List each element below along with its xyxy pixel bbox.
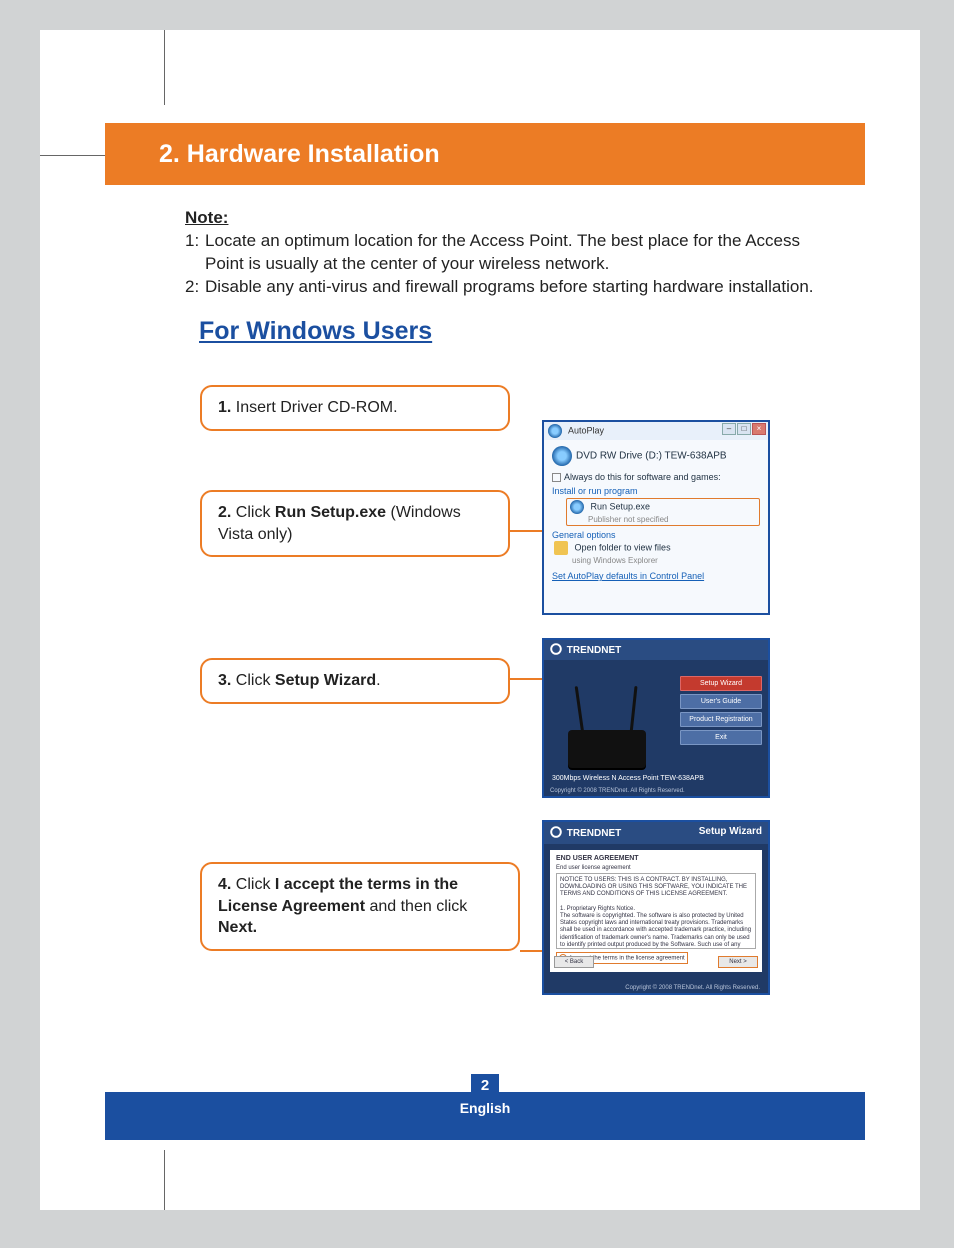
dialog-title: Setup Wizard <box>699 826 762 840</box>
brand-bar: TRENDNET <box>544 640 768 660</box>
router-body <box>568 730 646 768</box>
open-folder-option[interactable]: Open folder to view files using Windows … <box>554 541 760 565</box>
maximize-icon[interactable]: □ <box>737 423 751 435</box>
crop-mark <box>164 1150 165 1210</box>
note-item: 1: Locate an optimum location for the Ac… <box>185 230 825 276</box>
disc-icon <box>548 424 562 438</box>
router-image <box>554 686 674 786</box>
users-guide-button[interactable]: User's Guide <box>680 694 762 709</box>
window-titlebar: AutoPlay – □ × <box>544 422 768 440</box>
crop-mark <box>40 155 105 156</box>
crop-mark <box>164 30 165 105</box>
license-text-box[interactable]: NOTICE TO USERS: THIS IS A CONTRACT. BY … <box>556 873 756 949</box>
footer-bar: 2 English <box>105 1092 865 1140</box>
installer-menu: Setup Wizard User's Guide Product Regist… <box>680 676 762 748</box>
license-heading: END USER AGREEMENT <box>556 855 756 862</box>
license-subhead: End user license agreement <box>556 865 756 871</box>
license-dialog-screenshot: TRENDNET Setup Wizard END USER AGREEMENT… <box>542 820 770 995</box>
section-header: Install or run program <box>552 486 760 496</box>
run-setup-option[interactable]: Run Setup.exe Publisher not specified <box>566 498 760 526</box>
license-body: NOTICE TO USERS: THIS IS A CONTRACT. BY … <box>560 877 753 949</box>
antenna-icon <box>575 686 585 734</box>
page: 2. Hardware Installation Note: 1: Locate… <box>40 30 920 1210</box>
step-text: Insert Driver CD-ROM. <box>231 399 397 416</box>
product-registration-button[interactable]: Product Registration <box>680 712 762 727</box>
note-number: 1: <box>185 230 205 276</box>
section-title: 2. Hardware Installation <box>159 140 440 169</box>
note-text: Disable any anti-virus and firewall prog… <box>205 276 814 299</box>
disc-icon <box>570 500 584 514</box>
brand-name: TRENDNET <box>567 645 621 656</box>
content-area: Note: 1: Locate an optimum location for … <box>185 208 825 346</box>
step-4-box: 4. Click I accept the terms in the Licen… <box>200 862 520 951</box>
dialog-body: DVD RW Drive (D:) TEW-638APB Always do t… <box>544 440 768 587</box>
note-number: 2: <box>185 276 205 299</box>
minimize-icon[interactable]: – <box>722 423 736 435</box>
folder-icon <box>554 541 568 555</box>
step-number: 3. <box>218 672 231 689</box>
section-header: 2. Hardware Installation <box>105 123 865 185</box>
step-number: 4. <box>218 876 231 893</box>
step-bold: Next. <box>218 919 257 936</box>
step-number: 1. <box>218 399 231 416</box>
note-label: Note: <box>185 208 825 228</box>
setup-wizard-button[interactable]: Setup Wizard <box>680 676 762 691</box>
autoplay-defaults-link[interactable]: Set AutoPlay defaults in Control Panel <box>552 571 760 581</box>
option-sub: Publisher not specified <box>588 515 669 524</box>
brand-logo-icon <box>550 826 562 838</box>
subheading: For Windows Users <box>199 317 825 346</box>
checkbox[interactable] <box>552 473 561 482</box>
step-3-box: 3. Click Setup Wizard. <box>200 658 510 704</box>
step-text: . <box>376 672 380 689</box>
step-number: 2. <box>218 504 231 521</box>
installer-menu-screenshot: TRENDNET Setup Wizard User's Guide Produ… <box>542 638 770 798</box>
back-button[interactable]: < Back <box>554 956 594 968</box>
copyright: Copyright © 2008 TRENDnet. All Rights Re… <box>550 788 762 794</box>
disc-icon <box>552 446 572 466</box>
next-button[interactable]: Next > <box>718 956 758 968</box>
window-title: AutoPlay <box>568 425 604 435</box>
step-1-box: 1. Insert Driver CD-ROM. <box>200 385 510 431</box>
section-header: General options <box>552 530 760 540</box>
drive-label: DVD RW Drive (D:) TEW-638APB <box>576 450 727 461</box>
option-title: Run Setup.exe <box>591 502 651 512</box>
note-text: Locate an optimum location for the Acces… <box>205 230 825 276</box>
language-label: English <box>460 1100 511 1116</box>
step-bold: Setup Wizard <box>275 672 376 689</box>
brand-logo-icon <box>550 643 562 655</box>
autoplay-dialog: AutoPlay – □ × DVD RW Drive (D:) TEW-638… <box>542 420 770 615</box>
always-label: Always do this for software and games: <box>564 472 721 482</box>
brand-bar: TRENDNET Setup Wizard <box>544 822 768 844</box>
step-bold: Run Setup.exe <box>275 504 386 521</box>
step-text: Click <box>231 876 275 893</box>
note-item: 2: Disable any anti-virus and firewall p… <box>185 276 825 299</box>
step-text: and then click <box>365 898 467 915</box>
note-list: 1: Locate an optimum location for the Ac… <box>185 230 825 299</box>
step-text: Click <box>231 672 275 689</box>
close-icon[interactable]: × <box>752 423 766 435</box>
license-panel: END USER AGREEMENT End user license agre… <box>550 850 762 972</box>
step-text: Click <box>231 504 275 521</box>
copyright: Copyright © 2008 TRENDnet. All Rights Re… <box>625 985 760 991</box>
antenna-icon <box>629 686 637 734</box>
exit-button[interactable]: Exit <box>680 730 762 745</box>
step-2-box: 2. Click Run Setup.exe (Windows Vista on… <box>200 490 510 557</box>
page-number: 2 <box>471 1074 499 1098</box>
product-caption: 300Mbps Wireless N Access Point TEW-638A… <box>552 775 704 782</box>
option-title: Open folder to view files <box>575 543 671 553</box>
brand-name: TRENDNET <box>567 828 621 839</box>
option-sub: using Windows Explorer <box>572 556 658 565</box>
